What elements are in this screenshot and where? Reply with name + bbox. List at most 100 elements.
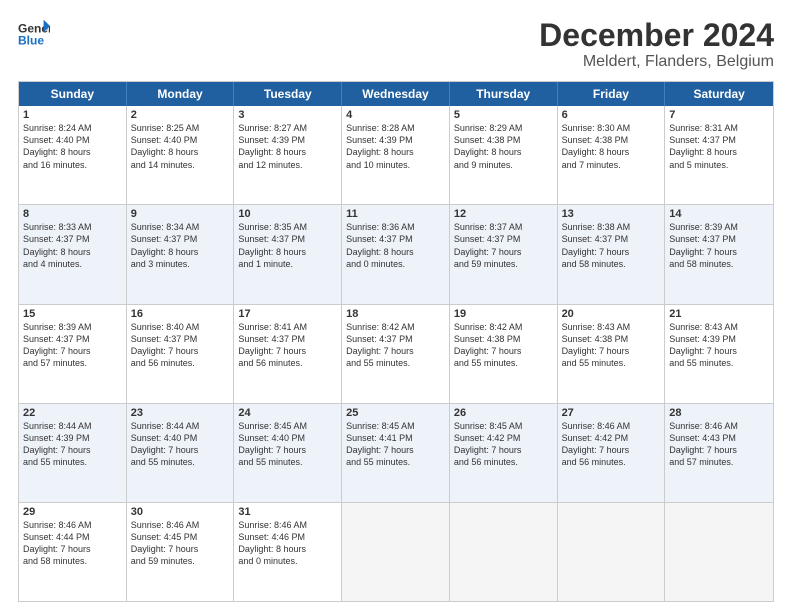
calendar-cell: 6Sunrise: 8:30 AM Sunset: 4:38 PM Daylig… <box>558 106 666 204</box>
day-info: Sunrise: 8:46 AM Sunset: 4:43 PM Dayligh… <box>669 420 769 469</box>
calendar-cell: 8Sunrise: 8:33 AM Sunset: 4:37 PM Daylig… <box>19 205 127 303</box>
calendar-cell: 10Sunrise: 8:35 AM Sunset: 4:37 PM Dayli… <box>234 205 342 303</box>
day-info: Sunrise: 8:39 AM Sunset: 4:37 PM Dayligh… <box>23 321 122 370</box>
calendar-header: SundayMondayTuesdayWednesdayThursdayFrid… <box>19 82 773 106</box>
day-number: 16 <box>131 308 230 320</box>
day-number: 20 <box>562 308 661 320</box>
day-number: 12 <box>454 208 553 220</box>
day-info: Sunrise: 8:28 AM Sunset: 4:39 PM Dayligh… <box>346 122 445 171</box>
calendar-row: 22Sunrise: 8:44 AM Sunset: 4:39 PM Dayli… <box>19 404 773 503</box>
title-block: December 2024 Meldert, Flanders, Belgium <box>539 18 774 71</box>
day-info: Sunrise: 8:45 AM Sunset: 4:42 PM Dayligh… <box>454 420 553 469</box>
calendar-cell: 9Sunrise: 8:34 AM Sunset: 4:37 PM Daylig… <box>127 205 235 303</box>
day-number: 27 <box>562 407 661 419</box>
calendar-cell: 29Sunrise: 8:46 AM Sunset: 4:44 PM Dayli… <box>19 503 127 601</box>
day-info: Sunrise: 8:42 AM Sunset: 4:37 PM Dayligh… <box>346 321 445 370</box>
calendar-cell: 11Sunrise: 8:36 AM Sunset: 4:37 PM Dayli… <box>342 205 450 303</box>
day-number: 13 <box>562 208 661 220</box>
calendar-row: 29Sunrise: 8:46 AM Sunset: 4:44 PM Dayli… <box>19 503 773 601</box>
calendar-cell: 26Sunrise: 8:45 AM Sunset: 4:42 PM Dayli… <box>450 404 558 502</box>
weekday-header: Friday <box>558 82 666 106</box>
day-number: 8 <box>23 208 122 220</box>
weekday-header: Tuesday <box>234 82 342 106</box>
day-number: 7 <box>669 109 769 121</box>
weekday-header: Sunday <box>19 82 127 106</box>
calendar-cell: 24Sunrise: 8:45 AM Sunset: 4:40 PM Dayli… <box>234 404 342 502</box>
day-number: 25 <box>346 407 445 419</box>
weekday-header: Wednesday <box>342 82 450 106</box>
day-info: Sunrise: 8:46 AM Sunset: 4:46 PM Dayligh… <box>238 519 337 568</box>
day-info: Sunrise: 8:45 AM Sunset: 4:40 PM Dayligh… <box>238 420 337 469</box>
day-info: Sunrise: 8:36 AM Sunset: 4:37 PM Dayligh… <box>346 221 445 270</box>
calendar-cell: 18Sunrise: 8:42 AM Sunset: 4:37 PM Dayli… <box>342 305 450 403</box>
logo-icon: General Blue <box>18 18 50 50</box>
calendar-cell: 5Sunrise: 8:29 AM Sunset: 4:38 PM Daylig… <box>450 106 558 204</box>
calendar-cell: 2Sunrise: 8:25 AM Sunset: 4:40 PM Daylig… <box>127 106 235 204</box>
day-info: Sunrise: 8:45 AM Sunset: 4:41 PM Dayligh… <box>346 420 445 469</box>
day-number: 28 <box>669 407 769 419</box>
calendar-cell <box>450 503 558 601</box>
calendar-cell: 23Sunrise: 8:44 AM Sunset: 4:40 PM Dayli… <box>127 404 235 502</box>
day-info: Sunrise: 8:33 AM Sunset: 4:37 PM Dayligh… <box>23 221 122 270</box>
day-number: 1 <box>23 109 122 121</box>
weekday-header: Saturday <box>665 82 773 106</box>
day-info: Sunrise: 8:42 AM Sunset: 4:38 PM Dayligh… <box>454 321 553 370</box>
day-number: 6 <box>562 109 661 121</box>
day-info: Sunrise: 8:43 AM Sunset: 4:39 PM Dayligh… <box>669 321 769 370</box>
day-info: Sunrise: 8:39 AM Sunset: 4:37 PM Dayligh… <box>669 221 769 270</box>
day-number: 15 <box>23 308 122 320</box>
day-number: 19 <box>454 308 553 320</box>
day-number: 22 <box>23 407 122 419</box>
page: General Blue December 2024 Meldert, Flan… <box>0 0 792 612</box>
day-number: 23 <box>131 407 230 419</box>
calendar-cell: 16Sunrise: 8:40 AM Sunset: 4:37 PM Dayli… <box>127 305 235 403</box>
day-info: Sunrise: 8:34 AM Sunset: 4:37 PM Dayligh… <box>131 221 230 270</box>
calendar-cell: 17Sunrise: 8:41 AM Sunset: 4:37 PM Dayli… <box>234 305 342 403</box>
weekday-header: Monday <box>127 82 235 106</box>
day-number: 2 <box>131 109 230 121</box>
day-info: Sunrise: 8:31 AM Sunset: 4:37 PM Dayligh… <box>669 122 769 171</box>
calendar-row: 15Sunrise: 8:39 AM Sunset: 4:37 PM Dayli… <box>19 305 773 404</box>
day-info: Sunrise: 8:46 AM Sunset: 4:44 PM Dayligh… <box>23 519 122 568</box>
day-info: Sunrise: 8:27 AM Sunset: 4:39 PM Dayligh… <box>238 122 337 171</box>
calendar-cell: 1Sunrise: 8:24 AM Sunset: 4:40 PM Daylig… <box>19 106 127 204</box>
day-info: Sunrise: 8:46 AM Sunset: 4:42 PM Dayligh… <box>562 420 661 469</box>
calendar-cell <box>558 503 666 601</box>
day-number: 31 <box>238 506 337 518</box>
calendar-cell: 20Sunrise: 8:43 AM Sunset: 4:38 PM Dayli… <box>558 305 666 403</box>
day-number: 9 <box>131 208 230 220</box>
calendar-cell <box>342 503 450 601</box>
day-number: 17 <box>238 308 337 320</box>
day-number: 14 <box>669 208 769 220</box>
page-title: December 2024 <box>539 18 774 53</box>
calendar-row: 1Sunrise: 8:24 AM Sunset: 4:40 PM Daylig… <box>19 106 773 205</box>
page-subtitle: Meldert, Flanders, Belgium <box>539 53 774 71</box>
day-info: Sunrise: 8:41 AM Sunset: 4:37 PM Dayligh… <box>238 321 337 370</box>
calendar-cell: 14Sunrise: 8:39 AM Sunset: 4:37 PM Dayli… <box>665 205 773 303</box>
day-number: 24 <box>238 407 337 419</box>
day-info: Sunrise: 8:37 AM Sunset: 4:37 PM Dayligh… <box>454 221 553 270</box>
day-info: Sunrise: 8:44 AM Sunset: 4:39 PM Dayligh… <box>23 420 122 469</box>
calendar-cell: 28Sunrise: 8:46 AM Sunset: 4:43 PM Dayli… <box>665 404 773 502</box>
day-number: 5 <box>454 109 553 121</box>
calendar-row: 8Sunrise: 8:33 AM Sunset: 4:37 PM Daylig… <box>19 205 773 304</box>
day-number: 30 <box>131 506 230 518</box>
calendar: SundayMondayTuesdayWednesdayThursdayFrid… <box>18 81 774 602</box>
calendar-cell: 15Sunrise: 8:39 AM Sunset: 4:37 PM Dayli… <box>19 305 127 403</box>
calendar-cell: 21Sunrise: 8:43 AM Sunset: 4:39 PM Dayli… <box>665 305 773 403</box>
day-info: Sunrise: 8:44 AM Sunset: 4:40 PM Dayligh… <box>131 420 230 469</box>
day-number: 4 <box>346 109 445 121</box>
calendar-cell: 4Sunrise: 8:28 AM Sunset: 4:39 PM Daylig… <box>342 106 450 204</box>
calendar-cell: 25Sunrise: 8:45 AM Sunset: 4:41 PM Dayli… <box>342 404 450 502</box>
calendar-body: 1Sunrise: 8:24 AM Sunset: 4:40 PM Daylig… <box>19 106 773 601</box>
day-info: Sunrise: 8:29 AM Sunset: 4:38 PM Dayligh… <box>454 122 553 171</box>
day-info: Sunrise: 8:35 AM Sunset: 4:37 PM Dayligh… <box>238 221 337 270</box>
day-info: Sunrise: 8:46 AM Sunset: 4:45 PM Dayligh… <box>131 519 230 568</box>
calendar-cell <box>665 503 773 601</box>
calendar-cell: 7Sunrise: 8:31 AM Sunset: 4:37 PM Daylig… <box>665 106 773 204</box>
day-number: 18 <box>346 308 445 320</box>
header: General Blue December 2024 Meldert, Flan… <box>18 18 774 71</box>
day-info: Sunrise: 8:38 AM Sunset: 4:37 PM Dayligh… <box>562 221 661 270</box>
calendar-cell: 27Sunrise: 8:46 AM Sunset: 4:42 PM Dayli… <box>558 404 666 502</box>
logo: General Blue <box>18 18 50 50</box>
